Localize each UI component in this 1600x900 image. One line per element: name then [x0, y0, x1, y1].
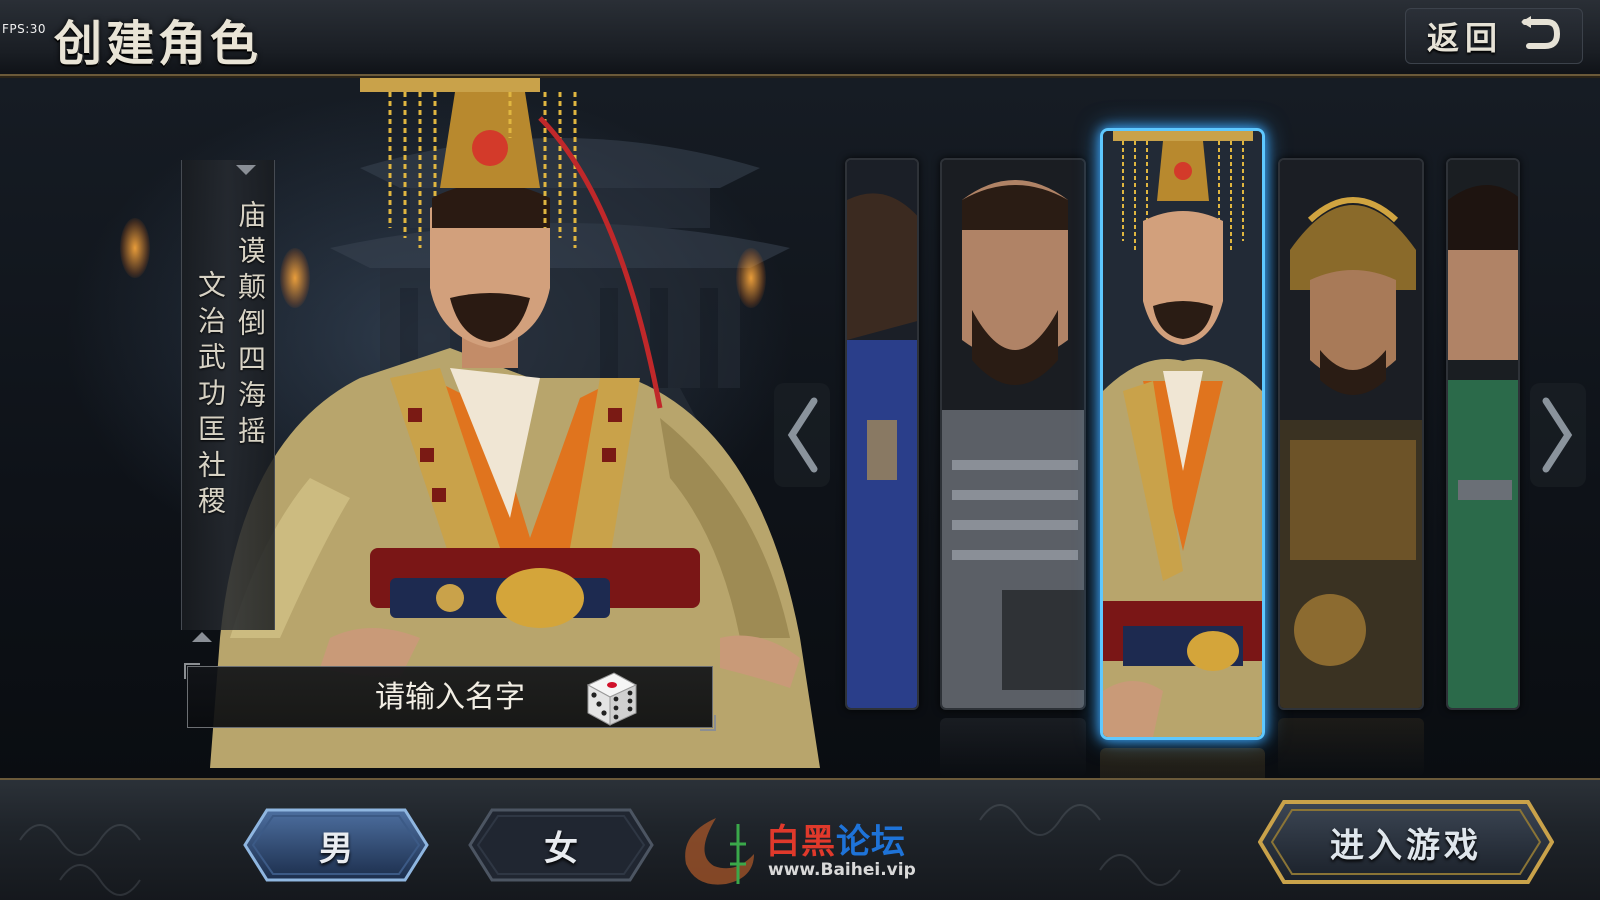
- watermark-text-part-2: 论坛: [836, 822, 906, 862]
- watermark-text: 白黑论坛: [766, 814, 906, 863]
- card-4-reflection: [1278, 718, 1424, 776]
- random-name-dice-icon[interactable]: [576, 663, 644, 731]
- watermark-logo-icon: [685, 818, 754, 885]
- page-title: 创建角色: [54, 16, 263, 72]
- enter-game-button[interactable]: 进入游戏: [1258, 800, 1554, 884]
- female-button[interactable]: 女: [468, 808, 654, 882]
- female-button-label: 女: [544, 828, 578, 869]
- return-arrow-icon: [1517, 16, 1561, 56]
- watermark-text-part-1: 白黑: [766, 822, 836, 862]
- hero-portrait: [210, 78, 820, 768]
- character-card-4[interactable]: [1278, 158, 1424, 710]
- chevron-left-icon: [787, 397, 818, 473]
- character-card-5[interactable]: [1446, 158, 1520, 710]
- hero-motto-scroll: 庙谟颠倒四海摇 文治武功匡社稷: [181, 160, 275, 642]
- chevron-right-icon: [1542, 397, 1573, 473]
- motto-line-2: 文治武功匡社稷: [194, 270, 227, 522]
- carousel-prev-button[interactable]: [774, 383, 830, 487]
- character-portrait-5: [1448, 160, 1518, 708]
- character-portrait-1: [847, 160, 917, 708]
- back-button-label: 返回: [1426, 19, 1503, 57]
- fps-counter: FPS:30: [2, 22, 47, 36]
- watermark-url: www.Baihei.vip: [768, 860, 916, 880]
- card-2-reflection: [940, 718, 1086, 776]
- scroll-down-arrow-icon: [236, 165, 256, 175]
- male-button-label: 男: [319, 828, 353, 869]
- carousel-next-button[interactable]: [1530, 383, 1586, 487]
- forum-watermark: 白黑论坛 www.Baihei.vip: [676, 814, 922, 894]
- back-button[interactable]: 返回: [1405, 8, 1583, 64]
- character-card-1[interactable]: [845, 158, 919, 710]
- hero-crown-board: [360, 78, 540, 92]
- torch-left: [120, 218, 150, 278]
- name-input-box[interactable]: [184, 663, 716, 731]
- male-button[interactable]: 男: [243, 808, 429, 882]
- name-input[interactable]: [340, 679, 560, 715]
- scroll-up-arrow-icon: [192, 632, 212, 642]
- character-portrait-4: [1280, 160, 1422, 708]
- top-bar: FPS:30 创建角色 返回: [0, 0, 1600, 76]
- enter-game-label: 进入游戏: [1330, 825, 1482, 866]
- character-card-3-selected[interactable]: [1100, 128, 1265, 740]
- motto-line-1: 庙谟颠倒四海摇: [234, 200, 267, 452]
- character-portrait-2: [942, 160, 1084, 708]
- character-card-2[interactable]: [940, 158, 1086, 710]
- character-portrait-3: [1103, 131, 1262, 737]
